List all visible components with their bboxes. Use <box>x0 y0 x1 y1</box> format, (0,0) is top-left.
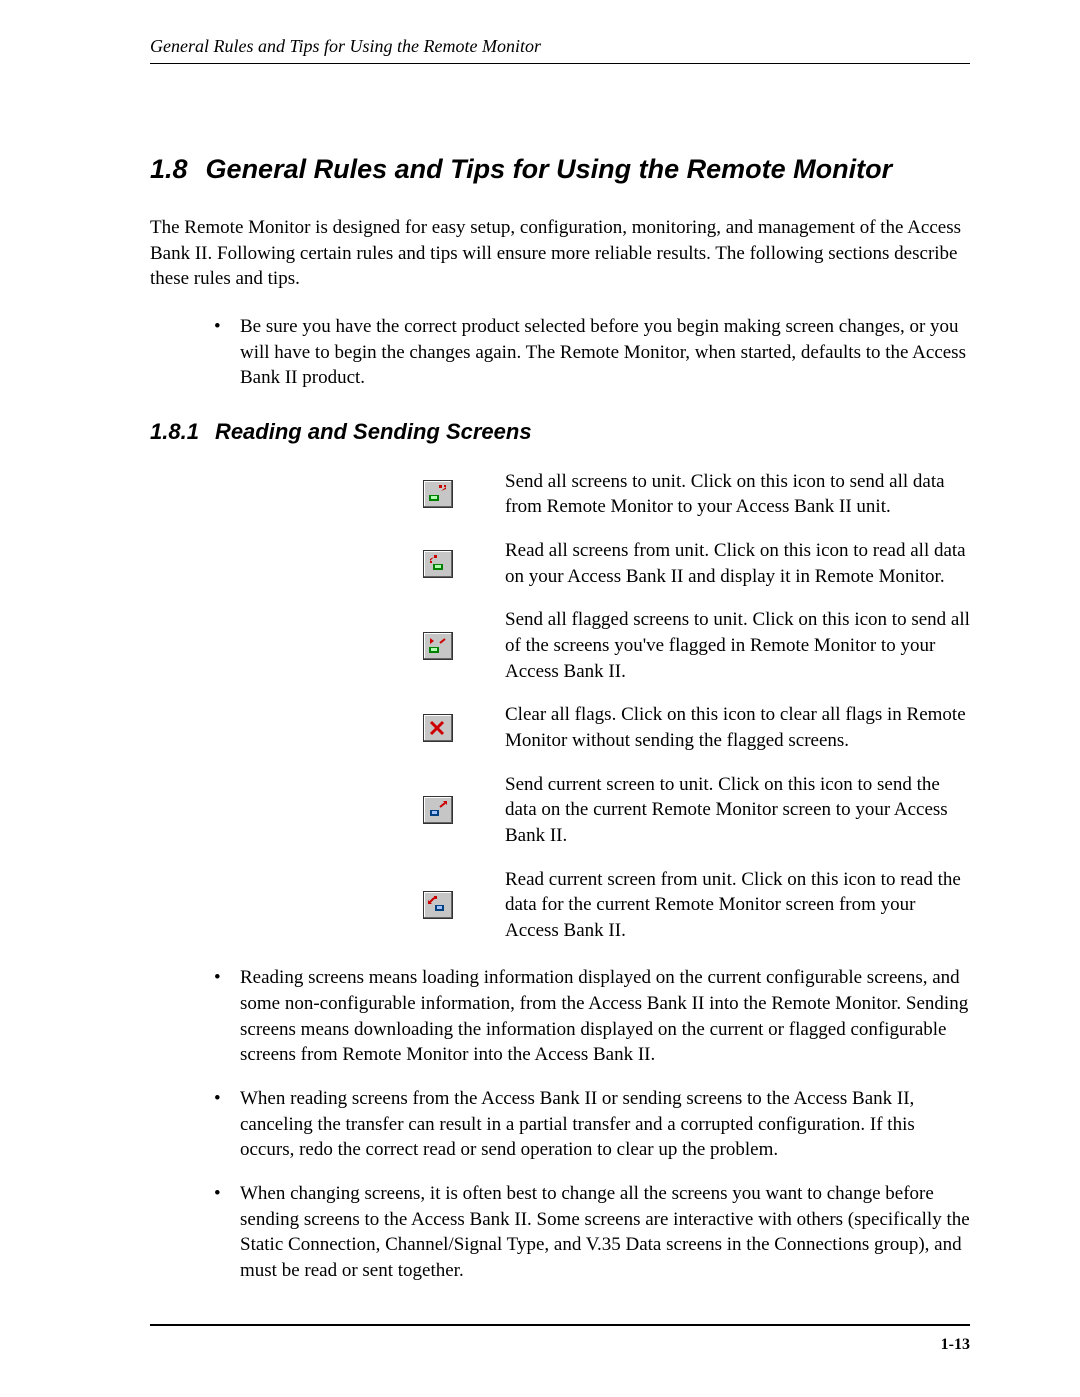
icon-description: Send all screens to unit. Click on this … <box>505 469 970 520</box>
table-row: Read all screens from unit. Click on thi… <box>370 538 970 589</box>
list-item: Reading screens means loading informatio… <box>210 965 970 1068</box>
icon-description: Clear all flags. Click on this icon to c… <box>505 702 970 753</box>
page-footer: 1-13 <box>150 1324 970 1354</box>
table-row: Send all flagged screens to unit. Click … <box>370 607 970 684</box>
table-row: Send all screens to unit. Click on this … <box>370 469 970 520</box>
send-flagged-screens-icon <box>423 632 453 660</box>
subsection-heading: 1.8.1 Reading and Sending Screens <box>150 419 970 445</box>
post-bullet-list: Reading screens means loading informatio… <box>210 965 970 1283</box>
icon-description: Read all screens from unit. Click on thi… <box>505 538 970 589</box>
icon-description-table: Send all screens to unit. Click on this … <box>370 469 970 944</box>
icon-description: Send current screen to unit. Click on th… <box>505 772 970 849</box>
document-page: General Rules and Tips for Using the Rem… <box>0 0 1080 1397</box>
running-header: General Rules and Tips for Using the Rem… <box>150 36 970 64</box>
section-number: 1.8 <box>150 154 188 185</box>
icon-description: Read current screen from unit. Click on … <box>505 867 970 944</box>
section-intro: The Remote Monitor is designed for easy … <box>150 215 970 292</box>
send-current-screen-icon <box>423 796 453 824</box>
icon-cell <box>370 538 505 589</box>
icon-description: Send all flagged screens to unit. Click … <box>505 607 970 684</box>
page-number: 1-13 <box>941 1336 970 1353</box>
icon-cell <box>370 702 505 753</box>
icon-cell <box>370 469 505 520</box>
pre-bullet-list: Be sure you have the correct product sel… <box>210 314 970 391</box>
subsection-title: Reading and Sending Screens <box>215 419 532 445</box>
table-row: Read current screen from unit. Click on … <box>370 867 970 944</box>
icon-cell <box>370 867 505 944</box>
list-item: When changing screens, it is often best … <box>210 1181 970 1284</box>
clear-all-flags-icon <box>423 714 453 742</box>
list-item: Be sure you have the correct product sel… <box>210 314 970 391</box>
icon-cell <box>370 772 505 849</box>
read-current-screen-icon <box>423 891 453 919</box>
read-all-screens-icon <box>423 550 453 578</box>
list-item: When reading screens from the Access Ban… <box>210 1086 970 1163</box>
table-row: Clear all flags. Click on this icon to c… <box>370 702 970 753</box>
send-all-screens-icon <box>423 480 453 508</box>
subsection-number: 1.8.1 <box>150 419 199 445</box>
section-heading: 1.8 General Rules and Tips for Using the… <box>150 154 970 185</box>
table-row: Send current screen to unit. Click on th… <box>370 772 970 849</box>
section-title: General Rules and Tips for Using the Rem… <box>206 154 893 185</box>
icon-cell <box>370 607 505 684</box>
